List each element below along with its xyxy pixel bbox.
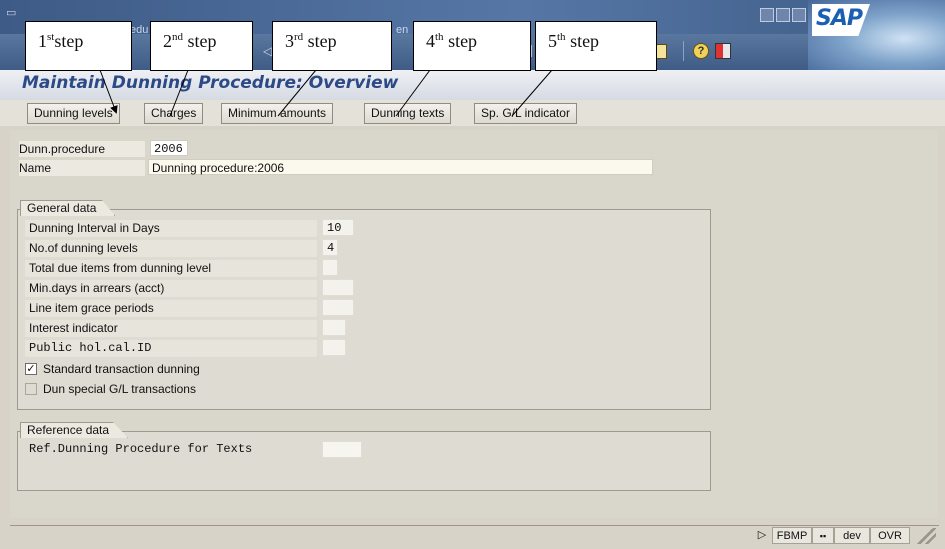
- name-field[interactable]: Dunning procedure:2006: [148, 159, 653, 175]
- callout-step-4: 4th step: [413, 21, 531, 71]
- callout-step-5: 5th step: [535, 21, 657, 71]
- callout-2-line: [169, 69, 189, 117]
- resize-grip-icon[interactable]: [914, 528, 936, 544]
- callout-step-2: 2nd step: [150, 21, 253, 71]
- dunning-levels-count-label: No.of dunning levels: [25, 240, 317, 257]
- interest-indicator-label: Interest indicator: [25, 320, 317, 337]
- dunn-procedure-field[interactable]: 2006: [150, 140, 188, 156]
- public-holiday-calendar-field[interactable]: [322, 339, 346, 356]
- interest-indicator-field[interactable]: [322, 319, 346, 336]
- callout-5-line: [511, 69, 553, 117]
- status-mode[interactable]: OVR: [870, 527, 910, 544]
- standard-dunning-checkbox[interactable]: ✓: [25, 363, 37, 375]
- total-due-items-field[interactable]: [322, 259, 338, 276]
- status-expand-icon[interactable]: ▷: [752, 527, 772, 544]
- reference-data-title: Reference data: [20, 422, 129, 438]
- dun-special-gl-checkbox[interactable]: [25, 383, 37, 395]
- grace-periods-label: Line item grace periods: [25, 300, 317, 317]
- reference-data-group: [17, 431, 711, 491]
- callout-step-3: 3rd step: [272, 21, 392, 71]
- dunning-interval-label: Dunning Interval in Days: [25, 220, 317, 237]
- callout-step-1: 1ststep: [25, 21, 132, 71]
- ref-dunning-procedure-label: Ref.Dunning Procedure for Texts: [25, 441, 317, 458]
- name-label: Name: [19, 160, 145, 176]
- min-days-arrears-label: Min.days in arrears (acct): [25, 280, 317, 297]
- total-due-items-label: Total due items from dunning level: [25, 260, 317, 277]
- grace-periods-field[interactable]: [322, 299, 354, 316]
- status-system-icon[interactable]: ▪▪: [812, 527, 834, 544]
- standard-dunning-label: Standard transaction dunning: [43, 362, 200, 376]
- dunning-interval-field[interactable]: 10: [322, 219, 354, 236]
- status-system: dev: [834, 527, 870, 544]
- public-holiday-calendar-label: Public hol.cal.ID: [25, 340, 317, 357]
- dunn-procedure-label: Dunn.procedure: [19, 141, 145, 157]
- general-data-title: General data: [20, 200, 116, 216]
- callout-4-line: [395, 69, 431, 117]
- callout-3-line: [277, 69, 317, 117]
- dunning-levels-count-field[interactable]: 4: [322, 239, 338, 256]
- min-days-arrears-field[interactable]: [322, 279, 354, 296]
- callout-1-arrow: [99, 69, 118, 114]
- dun-special-gl-label: Dun special G/L transactions: [43, 382, 196, 396]
- status-transaction: FBMP: [772, 527, 812, 544]
- ref-dunning-procedure-field[interactable]: [322, 441, 362, 458]
